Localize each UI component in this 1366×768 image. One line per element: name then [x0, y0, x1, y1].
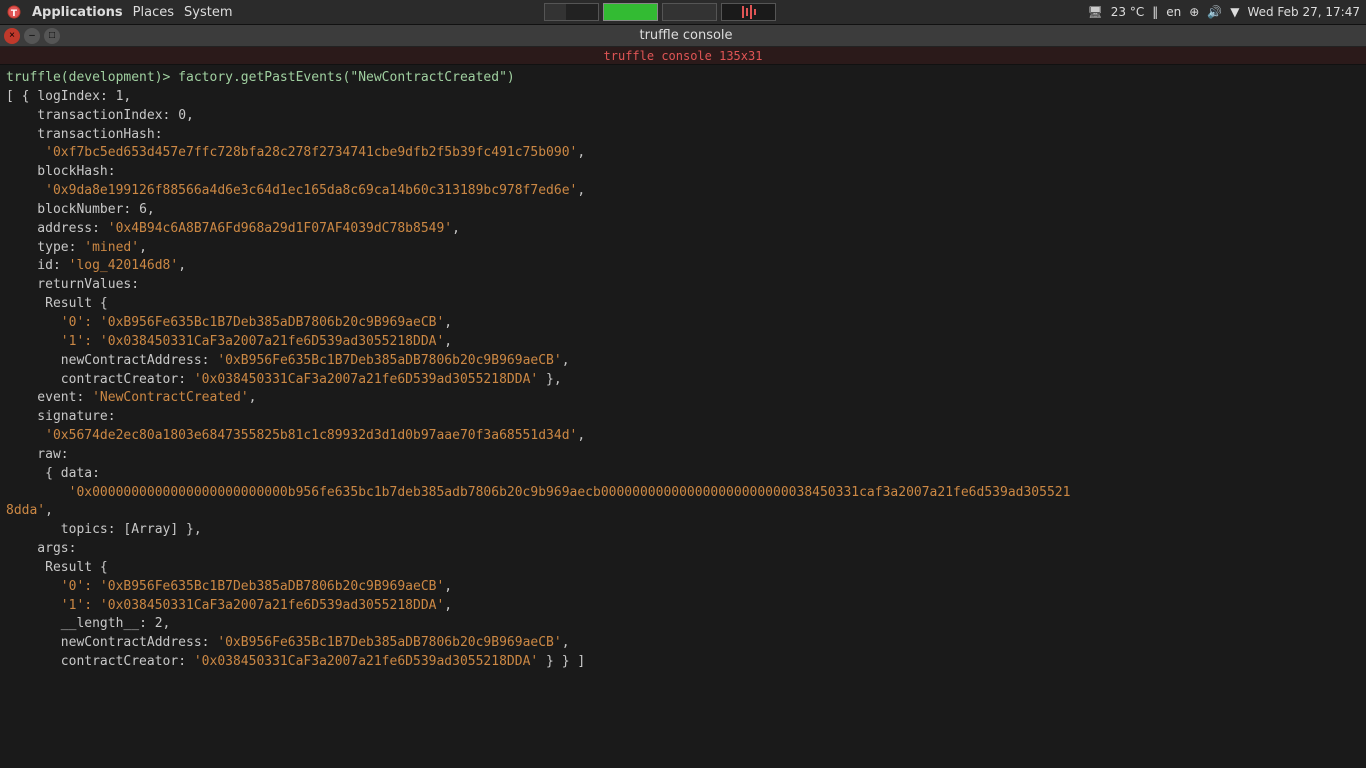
temperature: 23 °C: [1111, 5, 1144, 19]
terminal-line-24: topics: [Array] },: [6, 521, 1360, 540]
window-controls: × – □: [4, 28, 60, 44]
subtitle-bar: truffle console 135x31: [0, 47, 1366, 65]
system-bar: T Applications Places System 🖥 23 °C ‖: [0, 0, 1366, 25]
terminal-line-8: address: '0x4B94c6A8B7A6Fd968a29d1F07AF4…: [6, 220, 1360, 239]
terminal-line-26: Result {: [6, 559, 1360, 578]
system-tray: 🖥 23 °C ‖ en ⊕ 🔊 ▼ Wed Feb 27, 17:47: [1088, 5, 1360, 19]
console-subtitle: truffle console 135x31: [604, 49, 763, 63]
system-menu[interactable]: System: [184, 5, 232, 20]
terminal-line-9: type: 'mined',: [6, 239, 1360, 258]
keyboard-layout: en: [1166, 5, 1181, 19]
taskbar: [544, 3, 776, 21]
system-bar-left: T Applications Places System: [6, 4, 233, 20]
terminal-line-6: '0x9da8e199126f88566a4d6e3c64d1ec165da8c…: [6, 182, 1360, 201]
terminal-line-19: '0x5674de2ec80a1803e6847355825b81c1c8993…: [6, 427, 1360, 446]
terminal-line-18: signature:: [6, 408, 1360, 427]
monitor-icon: 🖥: [1088, 5, 1103, 19]
terminal-line-11: returnValues:: [6, 276, 1360, 295]
terminal-line-23: 8dda',: [6, 502, 1360, 521]
terminal-line-13: '0': '0xB956Fe635Bc1B7Deb385aDB7806b20c9…: [6, 314, 1360, 333]
terminal-line-7: blockNumber: 6,: [6, 201, 1360, 220]
vpn-icon: ▼: [1230, 5, 1239, 19]
terminal-line-16: contractCreator: '0x038450331CaF3a2007a2…: [6, 371, 1360, 390]
svg-text:T: T: [11, 9, 18, 19]
terminal-line-3: transactionHash:: [6, 126, 1360, 145]
terminal-line-prompt: truffle(development)> factory.getPastEve…: [6, 69, 1360, 88]
terminal-line-1: [ { logIndex: 1,: [6, 88, 1360, 107]
terminal-line-22: '0x0000000000000000000000000b956fe635bc1…: [6, 484, 1360, 503]
terminal-line-29: __length__: 2,: [6, 615, 1360, 634]
terminal-line-10: id: 'log_420146d8',: [6, 257, 1360, 276]
terminal-line-31: contractCreator: '0x038450331CaF3a2007a2…: [6, 653, 1360, 672]
taskbar-thumb-1[interactable]: [544, 3, 599, 21]
terminal-line-25: args:: [6, 540, 1360, 559]
terminal-line-20: raw:: [6, 446, 1360, 465]
app-icon: T: [6, 4, 22, 20]
window-title: truffle console: [60, 28, 1312, 43]
taskbar-thumb-3[interactable]: [662, 3, 717, 21]
network-icon: ⊕: [1189, 5, 1199, 19]
separator1: ‖: [1152, 5, 1158, 19]
terminal-line-30: newContractAddress: '0xB956Fe635Bc1B7Deb…: [6, 634, 1360, 653]
title-bar: × – □ truffle console: [0, 25, 1366, 47]
applications-menu[interactable]: Applications: [32, 5, 123, 20]
taskbar-thumb-2[interactable]: [603, 3, 658, 21]
terminal-line-17: event: 'NewContractCreated',: [6, 389, 1360, 408]
places-menu[interactable]: Places: [133, 5, 174, 20]
terminal-line-27: '0': '0xB956Fe635Bc1B7Deb385aDB7806b20c9…: [6, 578, 1360, 597]
volume-icon: 🔊: [1207, 5, 1222, 19]
terminal-line-4: '0xf7bc5ed653d457e7ffc728bfa28c278f27347…: [6, 144, 1360, 163]
terminal-line-12: Result {: [6, 295, 1360, 314]
close-button[interactable]: ×: [4, 28, 20, 44]
maximize-button[interactable]: □: [44, 28, 60, 44]
terminal-line-5: blockHash:: [6, 163, 1360, 182]
terminal[interactable]: truffle(development)> factory.getPastEve…: [0, 65, 1366, 768]
terminal-line-28: '1': '0x038450331CaF3a2007a21fe6D539ad30…: [6, 597, 1360, 616]
terminal-line-14: '1': '0x038450331CaF3a2007a21fe6D539ad30…: [6, 333, 1360, 352]
taskbar-thumb-4[interactable]: [721, 3, 776, 21]
terminal-line-15: newContractAddress: '0xB956Fe635Bc1B7Deb…: [6, 352, 1360, 371]
datetime: Wed Feb 27, 17:47: [1247, 5, 1360, 19]
minimize-button[interactable]: –: [24, 28, 40, 44]
terminal-line-2: transactionIndex: 0,: [6, 107, 1360, 126]
terminal-line-21: { data:: [6, 465, 1360, 484]
